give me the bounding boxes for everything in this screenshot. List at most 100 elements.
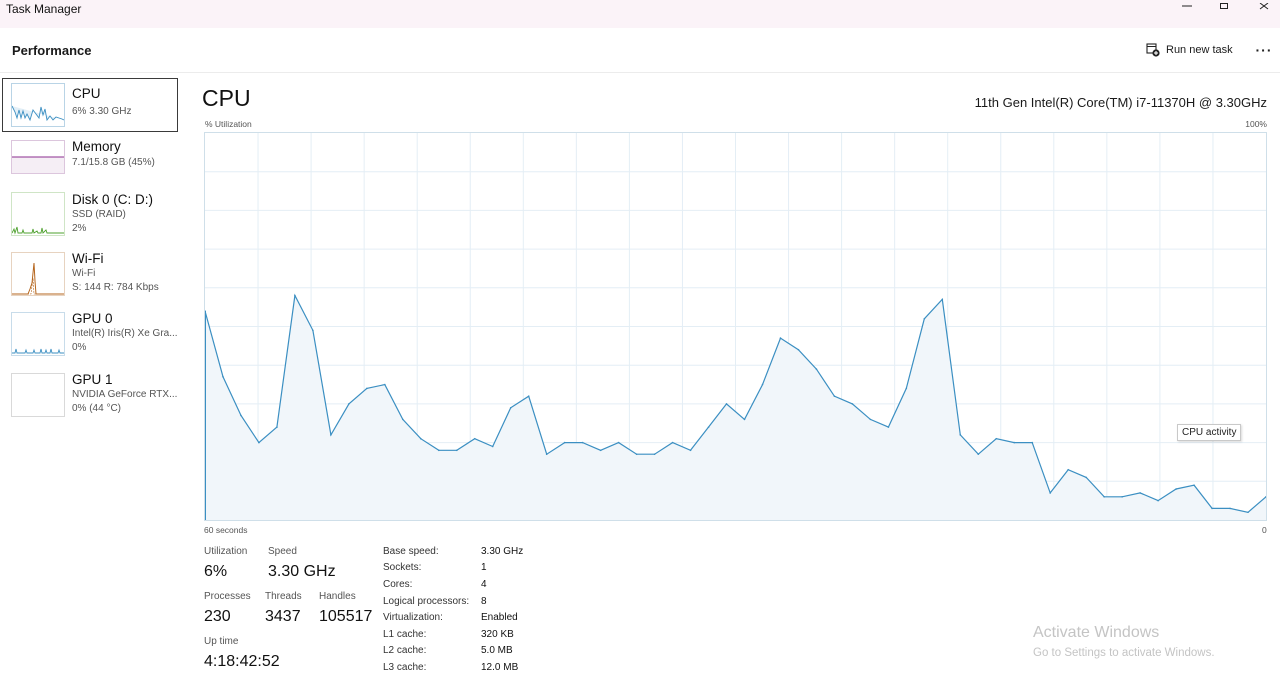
cpu-data-point [833,395,836,397]
sidebar-item-disk[interactable]: Disk 0 (C: D:) SSD (RAID) 2% [3,188,177,240]
spec-label: Virtualization: [383,612,443,623]
sidebar-item-memory[interactable]: Memory 7.1/15.8 GB (45%) [3,134,177,186]
cpu-data-point [563,441,566,444]
cpu-data-point [599,449,602,452]
cpu-data-point [1139,492,1141,494]
cpu-data-point [977,453,980,456]
spec-label: Sockets: [383,562,422,573]
time-axis-label: 60 seconds [204,525,248,535]
cpu-data-point [1121,495,1123,498]
sidebar-cpu-name: CPU [72,86,101,101]
cpu-data-point [473,437,476,440]
threads-value: 3437 [265,608,301,625]
sidebar-disk-name: Disk 0 (C: D:) [72,192,153,207]
cpu-data-point [437,449,440,452]
sidebar-disk-type: SSD (RAID) [72,209,126,220]
cpu-data-point [402,418,404,421]
handles-label: Handles [319,591,356,602]
run-new-task-button[interactable]: Run new task [1146,40,1233,60]
spec-value: 320 KB [481,629,514,640]
spec-value: 12.0 MB [481,662,519,673]
cpu-model-name: 11th Gen Intel(R) Core(TM) i7-11370H @ 3… [974,95,1267,110]
cpu-data-point [366,387,368,390]
sidebar-memory-detail: 7.1/15.8 GB (45%) [72,157,155,168]
sidebar-item-cpu[interactable]: CPU 6% 3.30 GHz [2,78,178,132]
utilization-axis-label: % Utilization [205,119,252,129]
activate-windows-title: Activate Windows [1033,624,1160,641]
close-icon [1259,3,1269,10]
cpu-data-point [419,437,422,440]
main-title: CPU [202,85,251,111]
sidebar-disk-usage: 2% [72,223,87,234]
spec-value: Enabled [481,612,518,623]
cpu-data-point [1229,507,1231,510]
sidebar-item-gpu1[interactable]: GPU 1 NVIDIA GeForce RTX... 0% (44 °C) [3,369,177,421]
sidebar-item-gpu0[interactable]: GPU 0 Intel(R) Iris(R) Xe Gra... 0% [3,308,178,360]
cpu-data-point [653,453,656,456]
cpu-data-point [743,418,746,421]
disk-thumbnail [11,192,65,236]
uptime-label: Up time [204,636,239,647]
wifi-thumbnail [11,252,65,296]
cpu-utilization-graph [204,132,1267,521]
sidebar-gpu1-model: NVIDIA GeForce RTX... [72,389,178,400]
cpu-data-point [527,395,530,397]
speed-value: 3.30 GHz [268,563,336,580]
cpu-data-point [348,403,350,405]
sidebar-cpu-detail: 6% 3.30 GHz [72,106,132,117]
minimize-icon [1182,5,1192,7]
cpu-data-point [1067,468,1069,471]
cpu-data-point [294,294,296,297]
gpu1-thumbnail [11,373,65,417]
spec-value: 8 [481,596,487,607]
processes-label: Processes [204,591,251,602]
spec-label: Logical processors: [383,596,470,607]
spec-value: 4 [481,579,487,590]
cpu-data-point [689,449,692,452]
cpu-data-point [1211,507,1213,510]
cpu-data-point [995,437,998,440]
spec-label: L1 cache: [383,629,427,640]
processes-value: 230 [204,608,231,625]
cpu-data-point [1157,499,1159,502]
spec-value: 5.0 MB [481,645,513,656]
cpu-activity-tooltip: CPU activity [1177,424,1242,441]
run-task-icon [1146,43,1160,57]
utilization-value: 6% [204,563,228,580]
cpu-data-point [671,441,674,444]
cpu-data-point [779,337,782,339]
sidebar-memory-name: Memory [72,139,121,154]
cpu-data-point [617,441,620,444]
cpu-data-point [491,445,494,448]
cpu-data-point [959,434,962,436]
cpu-data-point [222,376,224,378]
sidebar-wifi-type: Wi-Fi [72,268,96,279]
speed-label: Speed [268,546,297,557]
cpu-data-point [941,298,944,301]
cpu-data-point [1103,495,1105,498]
sidebar-gpu0-usage: 0% [72,342,87,353]
cpu-data-point [276,426,278,428]
zero-axis-label: 0 [1262,525,1267,535]
sidebar-item-wifi[interactable]: Wi-Fi Wi-Fi S: 144 R: 784 Kbps [3,248,177,300]
cpu-data-point [1085,476,1087,479]
cpu-data-point [1013,441,1016,444]
sidebar-wifi-name: Wi-Fi [72,251,104,266]
cpu-data-point [1175,488,1177,490]
gpu0-thumbnail [11,312,65,356]
run-new-task-label: Run new task [1166,44,1233,56]
cpu-data-point [815,368,818,370]
cpu-chart-svg [204,133,1267,520]
cpu-data-point [312,329,314,332]
cpu-data-point [330,434,332,436]
close-button[interactable] [1241,0,1280,16]
spec-value: 3.30 GHz [481,546,524,557]
restore-icon [1220,3,1228,9]
more-options-button[interactable]: ··· [1252,40,1276,60]
sidebar-gpu0-model: Intel(R) Iris(R) Xe Gra... [72,328,178,339]
page-title: Performance [12,43,92,58]
cpu-data-point [1031,441,1034,444]
cpu-data-point [923,317,926,320]
header-bar: Performance Run new task ··· [0,28,1280,73]
sidebar-gpu0-name: GPU 0 [72,311,113,326]
